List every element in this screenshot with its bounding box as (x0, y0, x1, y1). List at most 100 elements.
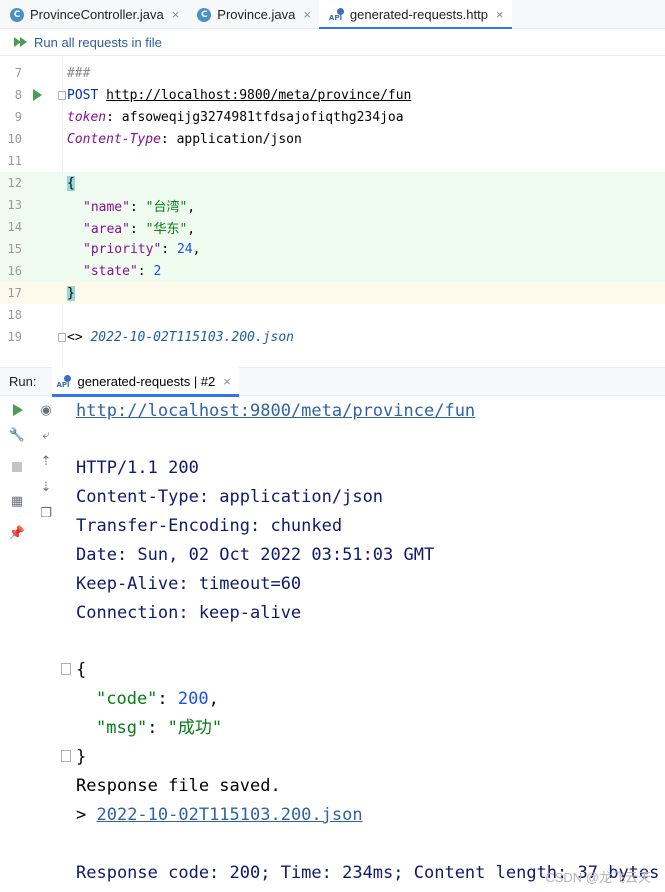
fold-icon[interactable] (61, 663, 71, 675)
json-value: "成功" (167, 718, 223, 738)
run-request-icon[interactable] (33, 89, 42, 101)
json-open-brace: { (76, 660, 87, 680)
line-number: 7 (14, 66, 22, 80)
console-request-url[interactable]: http://localhost:9800/meta/province/fun (76, 401, 475, 421)
response-console: http://localhost:9800/meta/province/fun … (61, 397, 665, 892)
json-close-brace: } (67, 285, 75, 301)
response-header: Keep-Alive: timeout=60 (76, 574, 302, 594)
editor-line: 18 (0, 304, 665, 326)
editor-line: 11 (0, 150, 665, 172)
editor-line: 15 "priority": 24, (0, 238, 665, 260)
json-key: "priority" (83, 241, 162, 257)
response-header: Date: Sun, 02 Oct 2022 03:51:03 GMT (76, 545, 435, 565)
json-value: 200 (177, 689, 209, 709)
soft-wrap-icon[interactable]: ⤶ (38, 427, 54, 443)
line-number: 13 (7, 198, 22, 212)
header-value: afsoweqijg3274981tfdsajofiqthg234joa (121, 109, 404, 125)
saved-prefix: > (76, 805, 97, 825)
line-number: 11 (7, 154, 22, 168)
editor-line: 13 "name": "台湾", (0, 194, 665, 216)
json-key: "msg" (96, 718, 148, 738)
scroll-to-end-icon[interactable]: ⇣ (38, 479, 54, 495)
header-name: Content-Type (67, 131, 161, 147)
response-ref-marker: <> (67, 329, 91, 345)
tab-label: Province.java (217, 7, 296, 22)
api-file-icon: API (56, 374, 72, 389)
tab-label: generated-requests.http (349, 7, 488, 22)
line-number: 17 (7, 286, 22, 300)
json-close-brace: } (76, 747, 87, 767)
json-value: "台湾" (145, 199, 188, 215)
close-icon[interactable]: × (496, 7, 504, 22)
close-icon[interactable]: × (172, 7, 180, 22)
editor-line: 12 { (0, 172, 665, 194)
json-key: "code" (96, 689, 158, 709)
line-number: 19 (7, 330, 22, 344)
editor-line: 10 Content-Type: application/json (0, 128, 665, 150)
editor-line: 14 "area": "华东", (0, 216, 665, 238)
tab-generated-requests[interactable]: API generated-requests.http × (318, 0, 512, 30)
json-key: "name" (83, 199, 130, 215)
line-number: 16 (7, 264, 22, 278)
response-status: HTTP/1.1 200 (76, 458, 199, 478)
http-editor[interactable]: 7 ### 8 POST http://localhost:9800/meta/… (0, 57, 665, 367)
json-value: "华东" (145, 221, 188, 237)
line-number: 8 (14, 88, 22, 102)
request-url[interactable]: http://localhost:9800/meta/province/fun (106, 88, 411, 103)
rerun-icon[interactable] (10, 402, 26, 418)
layout-icon[interactable]: ▦ (9, 493, 25, 509)
run-tab[interactable]: API generated-requests | #2 × (52, 367, 240, 397)
response-header: Transfer-Encoding: chunked (76, 516, 343, 536)
stop-icon[interactable] (9, 459, 25, 475)
header-value: application/json (176, 131, 302, 147)
line-number: 12 (7, 176, 22, 190)
json-value: 24 (176, 241, 193, 257)
editor-line: 9 token: afsoweqijg3274981tfdsajofiqthg2… (0, 106, 665, 128)
copy-icon[interactable]: ❐ (38, 505, 54, 521)
run-all-button[interactable]: Run all requests in file (0, 29, 665, 56)
saved-file-link[interactable]: 2022-10-02T115103.200.json (96, 805, 362, 825)
editor-line: 8 POST http://localhost:9800/meta/provin… (0, 84, 665, 106)
line-number: 10 (7, 132, 22, 146)
editor-line: 16 "state": 2 (0, 260, 665, 282)
request-separator: ### (67, 65, 91, 81)
response-saved-text: Response file saved. (76, 776, 281, 796)
tab-province-controller[interactable]: C ProvinceController.java × (0, 0, 187, 29)
tab-label: ProvinceController.java (30, 7, 164, 22)
editor-line-current: 17 } (0, 282, 665, 304)
run-label: Run: (9, 374, 37, 389)
http-method: POST (67, 87, 99, 103)
json-key: "state" (83, 263, 138, 279)
watermark: CSDN @龙飞云天 (545, 870, 651, 885)
fold-icon[interactable] (61, 750, 71, 762)
response-header: Connection: keep-alive (76, 603, 302, 623)
header-name: token (67, 109, 107, 125)
line-number: 18 (7, 308, 22, 322)
line-number: 14 (7, 220, 22, 234)
eye-icon[interactable]: ◉ (38, 402, 54, 418)
run-all-icon (13, 35, 29, 49)
fold-icon[interactable] (58, 333, 66, 342)
java-class-icon: C (10, 7, 24, 22)
wrench-icon[interactable]: 🔧 (9, 427, 25, 443)
run-all-label: Run all requests in file (34, 34, 162, 50)
editor-tabs: C ProvinceController.java × C Province.j… (0, 0, 665, 30)
tab-province[interactable]: C Province.java × (187, 0, 319, 29)
scroll-to-top-icon[interactable]: ⇡ (38, 453, 54, 469)
response-file-link[interactable]: 2022-10-02T115103.200.json (90, 330, 294, 345)
editor-line: 19 <> 2022-10-02T115103.200.json (0, 326, 665, 348)
java-class-icon: C (197, 7, 212, 22)
line-number: 15 (7, 242, 22, 256)
json-open-brace: { (67, 175, 75, 191)
close-icon[interactable]: × (303, 7, 311, 22)
run-tool-strip: ◉ 🔧 ⤶ ⇡ ▦ ⇣ ❐ 📌 (0, 397, 60, 892)
json-value: 2 (153, 263, 162, 279)
json-key: "area" (83, 221, 130, 237)
api-file-icon: API (329, 7, 345, 22)
close-icon[interactable]: × (223, 374, 231, 389)
response-header: Content-Type: application/json (76, 487, 384, 507)
pin-icon[interactable]: 📌 (9, 525, 25, 541)
run-panel-header: Run: API generated-requests | #2 × (0, 367, 665, 397)
editor-line: 7 ### (0, 62, 665, 84)
fold-icon[interactable] (58, 91, 66, 100)
